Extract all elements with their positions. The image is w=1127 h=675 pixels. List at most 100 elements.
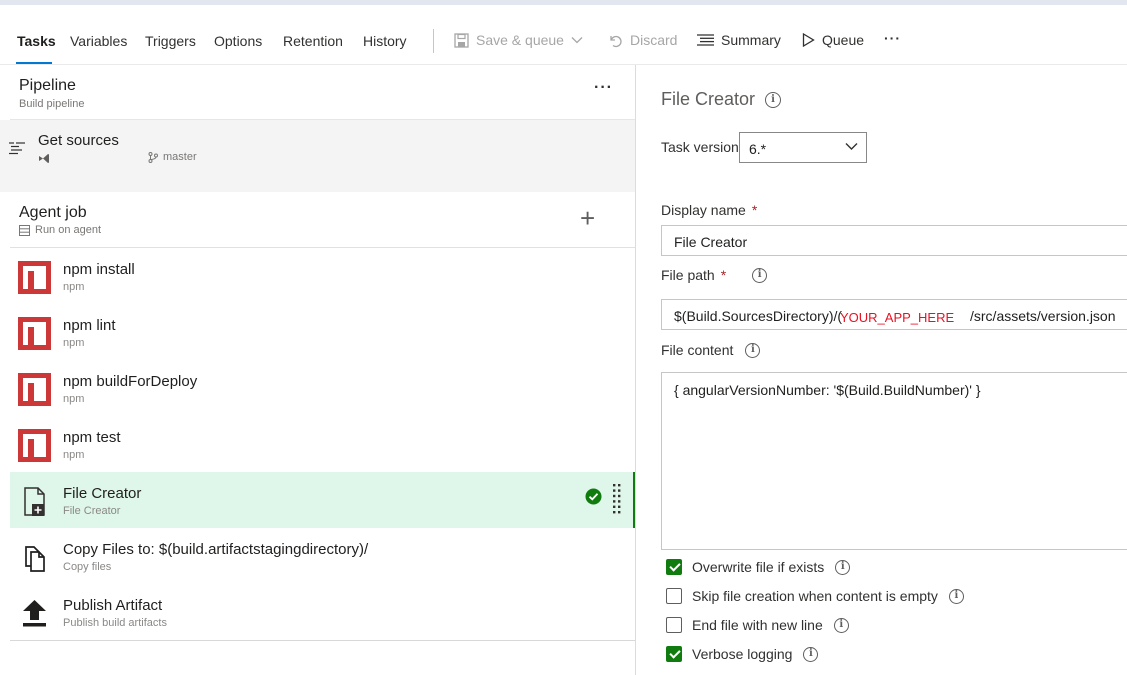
more-actions-button[interactable]: ··· [884,30,901,46]
discard-button[interactable]: Discard [608,32,677,48]
file-path-input[interactable]: $(Build.SourcesDirectory)/( YOUR_APP_HER… [661,299,1127,330]
task-item[interactable]: npm install npm [10,248,635,304]
npm-icon [18,429,51,462]
task-version-label: Task version [661,139,739,155]
task-subtitle: File Creator [63,505,121,517]
task-details-title: File Creator [661,89,756,109]
task-item[interactable]: npm buildForDeploy npm [10,360,635,416]
task-item[interactable]: Publish Artifact Publish build artifacts [10,584,635,640]
task-list: npm install npm npm lint npm npm buildFo… [10,248,635,640]
repo-icon [39,154,49,163]
end-newline-option[interactable]: End file with new line i [666,617,849,633]
task-subtitle: Publish build artifacts [63,617,167,629]
overwrite-checkbox[interactable] [666,559,682,575]
verbose-option[interactable]: Verbose logging i [666,646,819,662]
get-sources-title: Get sources [38,132,119,149]
info-icon[interactable]: i [765,91,782,108]
task-subtitle: npm [63,393,85,405]
task-list-bottom-border [10,640,635,641]
discard-label: Discard [630,32,678,48]
save-queue-button[interactable]: Save & queue [454,32,583,48]
file-path-label-text: File path [661,267,715,283]
task-title: Copy Files to: $(build.artifactstagingdi… [63,541,369,558]
drag-handle-icon[interactable] [613,484,621,514]
agent-job-subtitle-row: Run on agent [19,224,101,236]
task-version-label-text: Task version [661,139,739,155]
file-path-suffix: /src/assets/version.json [970,308,1116,324]
queue-button[interactable]: Queue [802,32,864,48]
tab-triggers[interactable]: Triggers [145,33,196,49]
required-marker: * [751,202,758,218]
task-item-selected[interactable]: File Creator File Creator [10,472,635,528]
task-subtitle: npm [63,281,85,293]
tab-tasks[interactable]: Tasks [17,33,56,49]
task-subtitle: npm [63,337,85,349]
task-title: npm install [63,261,135,278]
task-title: Publish Artifact [63,597,163,614]
task-subtitle: npm [63,449,85,461]
task-title: npm lint [63,317,116,334]
agent-job-item[interactable]: Agent job Run on agent + [10,192,635,248]
server-icon [19,224,30,236]
pipeline-title: Pipeline [19,77,76,94]
chevron-down-icon [845,143,858,150]
agent-job-title: Agent job [19,204,87,221]
toolbar: Tasks Variables Triggers Options Retenti… [0,5,1127,65]
pipeline-more-button[interactable]: ··· [594,79,613,97]
save-queue-label: Save & queue [476,32,564,48]
display-name-input[interactable]: File Creator [661,225,1127,256]
info-icon[interactable]: i [948,588,964,604]
summary-button[interactable]: Summary [697,32,781,48]
pipeline-header[interactable]: Pipeline Build pipeline ··· [10,65,635,120]
overwrite-option[interactable]: Overwrite file if exists i [666,559,851,575]
info-icon[interactable]: i [833,617,849,633]
display-name-value: File Creator [674,234,748,250]
info-icon[interactable]: i [745,342,761,358]
task-item[interactable]: Copy Files to: $(build.artifactstagingdi… [10,528,635,584]
tab-options[interactable]: Options [214,33,262,49]
skip-empty-option[interactable]: Skip file creation when content is empty… [666,588,964,604]
tab-variables[interactable]: Variables [70,33,127,49]
task-details-header: File Creator i [661,89,782,110]
file-path-label: File path * i [661,267,768,283]
file-content-textarea[interactable]: { angularVersionNumber: '$(Build.BuildNu… [661,372,1127,550]
branch-label: master [163,151,197,163]
get-sources-item[interactable]: Get sources master [0,120,635,192]
display-name-label: Display name * [661,202,757,218]
verbose-checkbox[interactable] [666,646,682,662]
task-item[interactable]: npm lint npm [10,304,635,360]
sources-icon [9,142,25,155]
pipeline-panel: Pipeline Build pipeline ··· Get sources … [0,65,635,675]
required-marker: * [720,267,727,283]
copy-files-icon [25,546,45,572]
verbose-label: Verbose logging [692,646,793,662]
undo-icon [610,35,622,47]
file-content-value: { angularVersionNumber: '$(Build.BuildNu… [674,382,981,398]
info-icon[interactable]: i [835,559,851,575]
npm-icon [18,261,51,294]
save-icon [454,32,469,48]
list-icon [697,34,714,46]
publish-artifact-icon [23,600,46,627]
play-icon [802,33,815,47]
skip-empty-label: Skip file creation when content is empty [692,588,938,604]
add-task-button[interactable]: + [580,205,595,231]
end-newline-label: End file with new line [692,617,823,633]
task-item[interactable]: npm test npm [10,416,635,472]
file-content-label: File content i [661,342,761,358]
info-icon[interactable]: i [752,267,768,283]
summary-label: Summary [721,32,781,48]
task-version-select[interactable]: 6.* [739,132,867,163]
info-icon[interactable]: i [803,646,819,662]
task-title: npm buildForDeploy [63,373,198,390]
npm-icon [18,373,51,406]
source-branch: master [148,151,197,163]
skip-empty-checkbox[interactable] [666,588,682,604]
tab-retention[interactable]: Retention [283,33,343,49]
overwrite-label: Overwrite file if exists [692,559,825,575]
task-title: npm test [63,429,121,446]
tab-history[interactable]: History [363,33,407,49]
task-details-panel: File Creator i Task version 6.* Display … [636,65,1127,675]
end-newline-checkbox[interactable] [666,617,682,633]
task-title: File Creator [63,485,142,502]
